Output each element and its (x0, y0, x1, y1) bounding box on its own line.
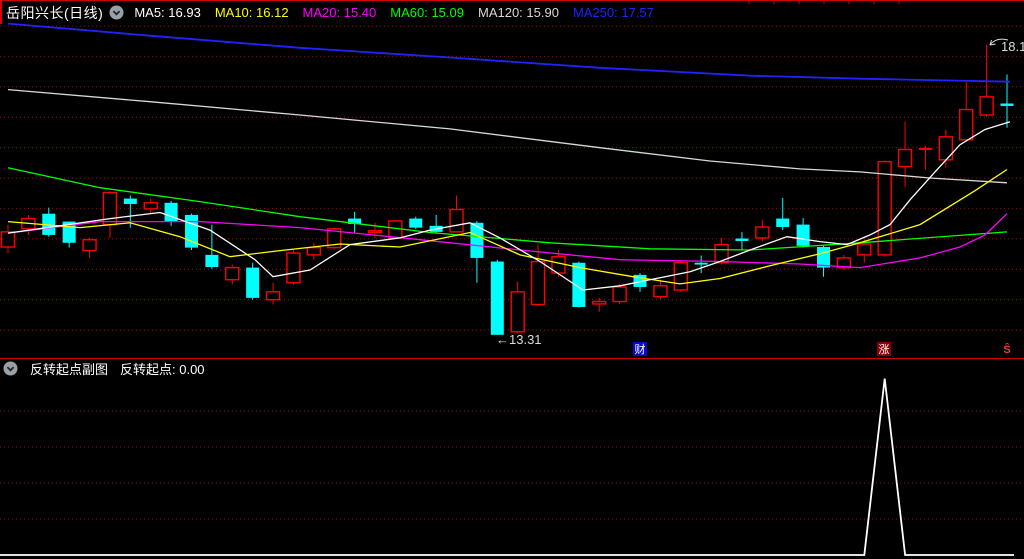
high-label: 18.1 (1001, 39, 1024, 54)
candle (123, 198, 137, 205)
candle (592, 300, 607, 305)
candle (306, 246, 322, 256)
candle (1000, 103, 1014, 106)
indicator-line (0, 378, 1014, 556)
candle (755, 226, 770, 239)
candle (409, 218, 423, 228)
chart-canvas[interactable]: ←13.31 18.1 财 涨 Ŝ (0, 0, 1024, 559)
svg-text:财: 财 (635, 342, 646, 356)
candle (959, 108, 974, 141)
candle (673, 262, 688, 291)
ma120-line (7, 88, 1008, 184)
candle (143, 202, 158, 210)
svg-text:Ŝ: Ŝ (1003, 343, 1010, 356)
candle (246, 267, 260, 298)
candle (490, 261, 504, 335)
indicator-title: 反转起点副图 (30, 362, 109, 377)
news-marker[interactable]: 财 (633, 342, 647, 356)
candle (612, 286, 627, 303)
indicator-value: 反转起点: 0.00 (120, 362, 205, 377)
limit-up-marker[interactable]: 涨 (877, 342, 891, 356)
candle (205, 254, 219, 267)
stock-app-window: 岳阳兴长(日线) MA5: 16.93 MA10: 16.12 MA20: 15… (0, 0, 1024, 559)
svg-text:涨: 涨 (879, 343, 890, 356)
signal-marker[interactable]: Ŝ (1003, 343, 1010, 356)
main-candlestick-chart[interactable]: ←13.31 18.1 财 涨 Ŝ (0, 22, 1024, 356)
top-frame-ticks (748, 1, 900, 4)
chevron-down-icon[interactable] (3, 361, 18, 376)
candle (164, 202, 178, 222)
candle (714, 243, 729, 264)
reversal-indicator-chart[interactable] (0, 378, 1024, 556)
ma250-line (7, 22, 1011, 83)
candle (796, 224, 810, 246)
candle (857, 243, 872, 256)
candle (286, 252, 301, 284)
candle (979, 96, 994, 116)
ma5-line (7, 121, 1011, 291)
candle (510, 291, 525, 333)
candle (530, 260, 546, 306)
indicator-header: 反转起点副图 反转起点: 0.00 (0, 360, 1024, 377)
candle (653, 285, 668, 298)
candle (82, 239, 97, 252)
candle (449, 208, 464, 233)
candle (265, 291, 281, 301)
event-markers[interactable]: 财涨Ŝ (633, 342, 1011, 356)
ma10-line (7, 168, 1008, 285)
low-label: ←13.31 (496, 332, 542, 347)
candle (0, 231, 16, 248)
candle (225, 266, 240, 281)
candle (776, 218, 790, 228)
candle (735, 238, 749, 241)
candle (694, 262, 708, 265)
candle (367, 229, 383, 234)
candle (897, 148, 913, 168)
candlestick-series[interactable] (0, 44, 1014, 335)
candle (938, 136, 954, 161)
